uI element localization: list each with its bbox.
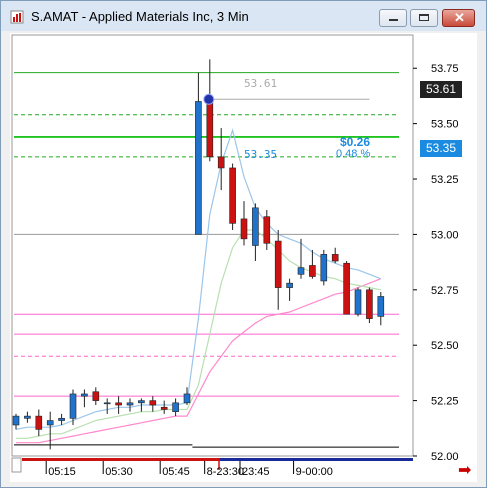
candle[interactable] (343, 262, 350, 315)
candle[interactable] (240, 218, 248, 240)
maximize-button[interactable] (410, 9, 438, 27)
scroll-next-icon[interactable]: ➡ (458, 460, 471, 480)
chart-area[interactable]: 53.75 53.50 53.25 53.00 52.75 52.50 52.25 52.00… (10, 33, 477, 482)
x-tick-label: 23:45 (242, 466, 270, 478)
y-tick-label: 52.25 (431, 396, 459, 408)
candle[interactable] (126, 402, 134, 406)
candle[interactable] (81, 393, 88, 397)
candle[interactable] (58, 418, 65, 421)
y-tick-label: 53.50 (431, 119, 459, 131)
candle[interactable] (138, 400, 145, 404)
candle[interactable] (24, 415, 31, 419)
candle[interactable] (366, 289, 373, 319)
y-tick-label: 53.25 (431, 174, 459, 186)
y-tick-label: 53.75 (431, 63, 459, 75)
candle[interactable] (12, 415, 20, 426)
x-tick-label: 05:45 (162, 466, 190, 478)
candle[interactable] (103, 402, 111, 405)
y-tick-label: 52.50 (431, 340, 459, 352)
x-tick-label: 8-23:30 (207, 466, 244, 478)
candle[interactable] (217, 156, 225, 169)
close-button[interactable]: ✕ (442, 9, 475, 27)
candle[interactable] (183, 393, 191, 404)
session-bar-blue (219, 458, 413, 461)
candle[interactable] (149, 400, 157, 406)
annotation-price-a: 53.61 (244, 77, 278, 90)
candle[interactable] (229, 167, 236, 224)
price-badge-high: 53.61 (420, 81, 462, 98)
window-title: S.AMAT - Applied Materials Inc, 3 Min (31, 9, 249, 24)
candle[interactable] (354, 289, 362, 315)
x-tick-label: 05:30 (105, 466, 133, 478)
candle[interactable] (35, 415, 43, 430)
x-axis-start-box (11, 457, 22, 473)
candle[interactable] (69, 393, 77, 419)
annotation-change-pct: 0.48 % (336, 148, 371, 160)
candle[interactable] (92, 391, 100, 401)
minimize-icon (389, 19, 398, 21)
candle[interactable] (331, 254, 339, 262)
candle[interactable] (206, 98, 214, 158)
minimize-button[interactable] (379, 9, 407, 27)
candle[interactable] (377, 296, 385, 317)
candle[interactable] (195, 101, 202, 235)
app-icon (10, 10, 24, 24)
candle[interactable] (160, 406, 168, 410)
x-tick-label: 9-00:00 (296, 466, 333, 478)
chart-window: S.AMAT - Applied Materials Inc, 3 Min ✕ … (0, 0, 487, 488)
session-bar-red (22, 458, 219, 461)
annotation-change: $0.26 (340, 135, 371, 149)
y-tick-label: 52.75 (431, 285, 459, 297)
price-badge-current: 53.35 (420, 140, 462, 157)
price-chart[interactable]: 53.75 53.50 53.25 53.00 52.75 52.50 52.25 52.00… (10, 33, 477, 482)
candle[interactable] (115, 402, 122, 406)
candle[interactable] (252, 207, 259, 246)
x-tick-label: 05:15 (48, 466, 76, 478)
peak-marker (203, 93, 215, 105)
annotation-price-b: 53.35 (244, 148, 278, 161)
candle[interactable] (263, 216, 271, 244)
y-tick-label: 53.00 (431, 229, 459, 241)
candle[interactable] (46, 420, 54, 426)
candle[interactable] (309, 265, 316, 277)
candle[interactable] (320, 254, 328, 282)
restore-icon (419, 14, 429, 21)
y-tick-label: 52.00 (431, 451, 459, 463)
candle[interactable] (286, 282, 293, 288)
candle[interactable] (274, 240, 282, 288)
candle[interactable] (172, 402, 179, 412)
title-bar[interactable]: S.AMAT - Applied Materials Inc, 3 Min ✕ (1, 1, 486, 31)
candle[interactable] (297, 267, 305, 275)
close-icon: ✕ (454, 10, 465, 25)
